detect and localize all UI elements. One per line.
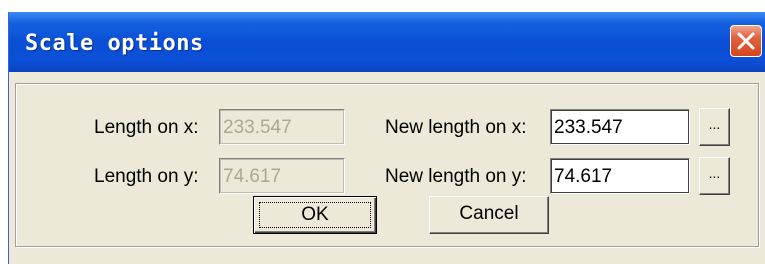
ok-button[interactable]: OK [253,196,377,234]
close-button[interactable] [730,25,762,57]
length-x-field: 233.547 [219,109,345,145]
window-title: Scale options [25,31,204,56]
cancel-button[interactable]: Cancel [429,196,549,234]
scale-options-dialog: Scale options Length on x: 233.547 New l… [8,12,765,264]
title-bar[interactable]: Scale options [9,12,765,72]
new-length-x-label: New length on x: [385,117,527,138]
length-y-field: 74.617 [219,158,345,194]
browse-y-button[interactable]: ... [699,157,730,195]
new-length-x-input[interactable]: 233.547 [550,109,690,145]
length-x-label: Length on x: [94,117,199,138]
close-icon [737,32,755,50]
new-length-y-input[interactable]: 74.617 [550,158,690,194]
new-length-y-label: New length on y: [385,166,527,187]
length-y-label: Length on y: [94,166,199,187]
ok-button-label: OK [259,202,371,228]
browse-x-button[interactable]: ... [699,108,730,146]
